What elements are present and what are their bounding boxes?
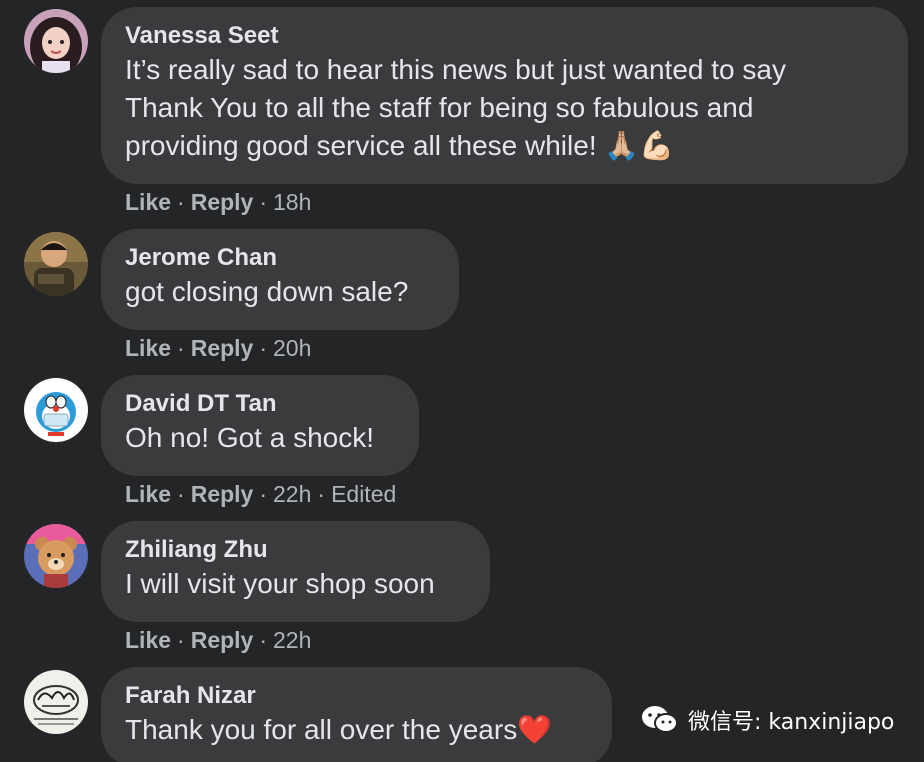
separator: · xyxy=(177,627,185,653)
reply-button[interactable]: Reply xyxy=(191,189,254,215)
like-button[interactable]: Like xyxy=(125,335,171,361)
avatar[interactable] xyxy=(24,378,88,442)
comment-bubble: Jerome Chan got closing down sale? xyxy=(101,229,459,330)
wechat-watermark: 微信号: kanxinjiapo xyxy=(640,700,894,740)
comment-feed: Vanessa Seet It’s really sad to hear thi… xyxy=(0,0,924,762)
comment-author[interactable]: David DT Tan xyxy=(125,389,395,419)
separator: · xyxy=(177,335,185,361)
comment-author[interactable]: Vanessa Seet xyxy=(125,21,884,51)
wechat-icon xyxy=(642,706,678,733)
comment-author[interactable]: Farah Nizar xyxy=(125,681,588,711)
separator: · xyxy=(317,481,326,507)
comment-bubble: Farah Nizar Thank you for all over the y… xyxy=(101,667,612,762)
separator: · xyxy=(259,627,268,653)
avatar[interactable] xyxy=(24,232,88,296)
comment-actions: Like · Reply · 20h xyxy=(125,333,311,363)
avatar-vanessa-icon xyxy=(24,9,88,73)
comment-text-line: Thank You to all the staff for being so … xyxy=(125,92,754,123)
separator: · xyxy=(259,189,268,215)
comment-timestamp[interactable]: 18h xyxy=(273,189,311,215)
comment-timestamp[interactable]: 22h xyxy=(273,627,311,653)
comment-text-line: I will visit your shop soon xyxy=(125,568,435,599)
comment-actions: Like · Reply · 18h xyxy=(125,187,311,217)
comment-author[interactable]: Zhiliang Zhu xyxy=(125,535,466,565)
separator: · xyxy=(177,189,185,215)
edited-label[interactable]: Edited xyxy=(331,481,396,507)
comment-text-line: Oh no! Got a shock! xyxy=(125,422,375,453)
like-button[interactable]: Like xyxy=(125,627,171,653)
comment-text-line: It’s really sad to hear this news but ju… xyxy=(125,54,786,85)
reply-button[interactable]: Reply xyxy=(191,335,254,361)
comment-timestamp[interactable]: 20h xyxy=(273,335,311,361)
comment-bubble: Zhiliang Zhu I will visit your shop soon xyxy=(101,521,490,622)
avatar-doraemon-icon xyxy=(24,378,88,442)
reply-button[interactable]: Reply xyxy=(191,627,254,653)
avatar[interactable] xyxy=(24,670,88,734)
reply-button[interactable]: Reply xyxy=(191,481,254,507)
watermark-text: 微信号: kanxinjiapo xyxy=(688,710,895,735)
comment-text-line: providing good service all these while! … xyxy=(125,130,675,161)
separator: · xyxy=(259,481,268,507)
comment-text-line: got closing down sale? xyxy=(125,276,409,307)
avatar-calligraphy-icon xyxy=(24,670,88,734)
comment-actions: Like · Reply · 22h xyxy=(125,625,311,655)
comment-text-line: Thank you for all over the years❤️ xyxy=(125,714,553,745)
comment-author[interactable]: Jerome Chan xyxy=(125,243,435,273)
separator: · xyxy=(177,481,185,507)
avatar[interactable] xyxy=(24,524,88,588)
like-button[interactable]: Like xyxy=(125,189,171,215)
comment-timestamp[interactable]: 22h xyxy=(273,481,311,507)
avatar-bear-icon xyxy=(24,524,88,588)
avatar-jerome-icon xyxy=(24,232,88,296)
comment-actions: Like · Reply · 22h · Edited xyxy=(125,479,396,509)
separator: · xyxy=(259,335,268,361)
avatar[interactable] xyxy=(24,9,88,73)
like-button[interactable]: Like xyxy=(125,481,171,507)
comment-bubble: David DT Tan Oh no! Got a shock! xyxy=(101,375,419,476)
comment-bubble: Vanessa Seet It’s really sad to hear thi… xyxy=(101,7,908,184)
